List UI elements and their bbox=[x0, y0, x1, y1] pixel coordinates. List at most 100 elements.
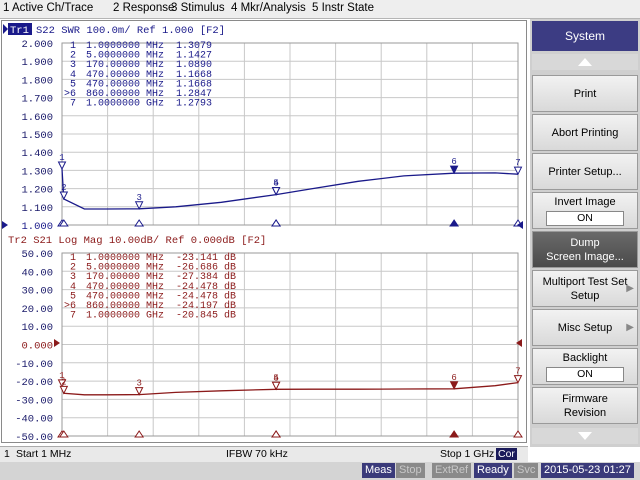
marker-readout-row: 7 1.0000000 GHz -20.845 dB bbox=[70, 310, 236, 322]
stimulus-marker-3[interactable] bbox=[134, 219, 145, 227]
print-label: Print bbox=[573, 87, 597, 100]
softkey-scroll-up[interactable] bbox=[532, 54, 638, 70]
trace-marker-7[interactable]: 7 bbox=[513, 367, 523, 384]
multiport-label-line1: Multiport Test Set bbox=[542, 275, 628, 288]
marker-triangle bbox=[134, 201, 144, 210]
marker-label: 2 bbox=[61, 377, 66, 387]
backlight-button[interactable]: Backlight ON bbox=[532, 348, 638, 385]
marker-label: 7 bbox=[515, 367, 520, 377]
printer-setup-button[interactable]: Printer Setup... bbox=[532, 153, 638, 190]
y-tick-label: 1.500 bbox=[21, 130, 53, 142]
marker-label: 3 bbox=[136, 193, 141, 203]
trace1-y-axis: 2.000 1.900 1.800 1.700 1.600 1.500 1.400 1.300… bbox=[21, 39, 53, 233]
firmware-revision-button[interactable]: Firmware Revision bbox=[532, 387, 638, 424]
marker-triangle bbox=[449, 165, 459, 175]
start-frequency[interactable]: Start 1 MHz bbox=[16, 448, 71, 460]
trace-marker-5[interactable]: 5 bbox=[271, 179, 281, 196]
stimulus-marker-7[interactable] bbox=[513, 430, 523, 438]
stop-indicator: Stop bbox=[396, 463, 425, 478]
trace1-id: Tr1 bbox=[10, 25, 29, 37]
stimulus-marker-5[interactable] bbox=[271, 430, 282, 438]
y-tick-label: -20.00 bbox=[15, 377, 53, 389]
stimulus-marker-6[interactable] bbox=[449, 430, 460, 438]
svc-indicator: Svc bbox=[514, 463, 539, 478]
instrument-status-bar: Meas Stop ExtRef Ready Svc 2015-05-23 01… bbox=[0, 462, 640, 480]
y-tick-label: 1.100 bbox=[21, 203, 53, 215]
trace2-header[interactable]: Tr2 S21 Log Mag 10.00dB/ Ref 0.000dB [F2… bbox=[8, 235, 266, 247]
meas-indicator: Meas bbox=[362, 463, 395, 478]
marker-label: 6 bbox=[451, 157, 456, 167]
trace-marker-5[interactable]: 5 bbox=[271, 373, 281, 391]
invert-image-value: ON bbox=[546, 211, 624, 226]
misc-setup-label: Misc Setup bbox=[557, 321, 613, 334]
misc-setup-button[interactable]: Misc Setup ▶ bbox=[532, 309, 638, 346]
invert-image-label: Invert Image bbox=[554, 196, 616, 208]
y-tick-label: 2.000 bbox=[21, 39, 53, 51]
backlight-label: Backlight bbox=[562, 352, 608, 364]
abort-printing-button[interactable]: Abort Printing bbox=[532, 114, 638, 151]
marker-triangle bbox=[59, 385, 69, 395]
marker-unit: GHz bbox=[146, 99, 164, 110]
softkey-menu-title: System bbox=[532, 21, 638, 51]
y-tick-label: -40.00 bbox=[15, 414, 53, 426]
y-tick-label: 1.900 bbox=[21, 57, 53, 69]
marker-unit: GHz bbox=[146, 311, 164, 322]
extref-indicator: ExtRef bbox=[432, 463, 472, 478]
measurement-plot: Tr1 S22 SWR 100.0m/ Ref 1.000 [F2] 2.000… bbox=[2, 23, 523, 444]
stimulus-marker-3[interactable] bbox=[134, 430, 145, 438]
marker-number: 7 bbox=[70, 311, 76, 322]
active-trace-arrow-icon bbox=[3, 24, 8, 34]
stop-frequency[interactable]: Stop 1 GHz bbox=[440, 448, 494, 460]
marker-triangle bbox=[271, 381, 281, 391]
dump-screen-image-button[interactable]: Dump Screen Image... bbox=[532, 231, 638, 268]
trace-marker-3[interactable]: 3 bbox=[134, 379, 144, 396]
ifbw[interactable]: IFBW 70 kHz bbox=[226, 448, 288, 460]
marker-triangle bbox=[134, 387, 144, 396]
trace-marker-6[interactable]: 6 bbox=[449, 373, 459, 390]
trace1-marker-table: 1 1.0000000 MHz 1.30792 5.0000000 MHz 1.14273 1… bbox=[64, 41, 212, 110]
marker-label: 7 bbox=[515, 158, 520, 168]
marker-frequency: 1.0000000 bbox=[86, 99, 140, 110]
y-tick-label: 1.600 bbox=[21, 112, 53, 124]
y-tick-label: 1.300 bbox=[21, 166, 53, 178]
trace1-header[interactable]: S22 SWR 100.0m/ Ref 1.000 [F2] bbox=[36, 25, 225, 37]
trace2-ref-arrow-right-icon bbox=[516, 339, 522, 347]
marker-label: 3 bbox=[136, 379, 141, 389]
y-tick-label: 1.200 bbox=[21, 185, 53, 197]
y-tick-label: 20.00 bbox=[21, 304, 53, 316]
y-tick-label: 50.00 bbox=[21, 249, 53, 261]
y-tick-label: 1.000 bbox=[21, 221, 53, 233]
backlight-value: ON bbox=[546, 367, 624, 382]
trace-marker-1[interactable]: 1 bbox=[57, 153, 67, 171]
invert-image-button[interactable]: Invert Image ON bbox=[532, 192, 638, 229]
y-tick-label: 1.800 bbox=[21, 75, 53, 87]
print-button[interactable]: Print bbox=[532, 75, 638, 112]
y-tick-label: 40.00 bbox=[21, 267, 53, 279]
multiport-test-set-setup-button[interactable]: Multiport Test Set Setup ▶ bbox=[532, 270, 638, 307]
marker-label: 6 bbox=[451, 373, 456, 383]
softkey-panel: System Print Abort Printing Printer Setu… bbox=[530, 19, 640, 447]
trace-marker-7[interactable]: 7 bbox=[513, 158, 523, 176]
trace-marker-2[interactable]: 2 bbox=[59, 377, 69, 395]
marker-label: 5 bbox=[273, 179, 278, 189]
trace2-y-axis: 50.00 40.00 30.00 20.00 10.00 0.000 -10.00 -20.… bbox=[15, 249, 53, 444]
y-tick-label: 1.400 bbox=[21, 148, 53, 160]
submenu-arrow-icon: ▶ bbox=[626, 283, 634, 294]
y-tick-label: 1.700 bbox=[21, 94, 53, 106]
trace-marker-2[interactable]: 2 bbox=[59, 183, 69, 201]
multiport-label-line2: Setup bbox=[570, 289, 600, 302]
y-tick-label: -10.00 bbox=[15, 359, 53, 371]
marker-frequency: 1.0000000 bbox=[86, 311, 140, 322]
submenu-arrow-icon: ▶ bbox=[626, 322, 634, 333]
stimulus-marker-5[interactable] bbox=[271, 219, 282, 227]
dump-label-line2: Screen Image... bbox=[546, 250, 624, 263]
correction-badge: Cor bbox=[496, 448, 517, 460]
y-tick-label: 0.000 bbox=[21, 341, 53, 353]
stimulus-marker-6[interactable] bbox=[449, 219, 460, 227]
marker-number: 7 bbox=[70, 99, 76, 110]
marker-triangle bbox=[59, 191, 69, 201]
marker-triangle bbox=[449, 381, 459, 390]
firmware-label-line2: Revision bbox=[563, 406, 607, 419]
softkey-scroll-down[interactable] bbox=[532, 428, 638, 444]
y-tick-label: -50.00 bbox=[15, 432, 53, 444]
